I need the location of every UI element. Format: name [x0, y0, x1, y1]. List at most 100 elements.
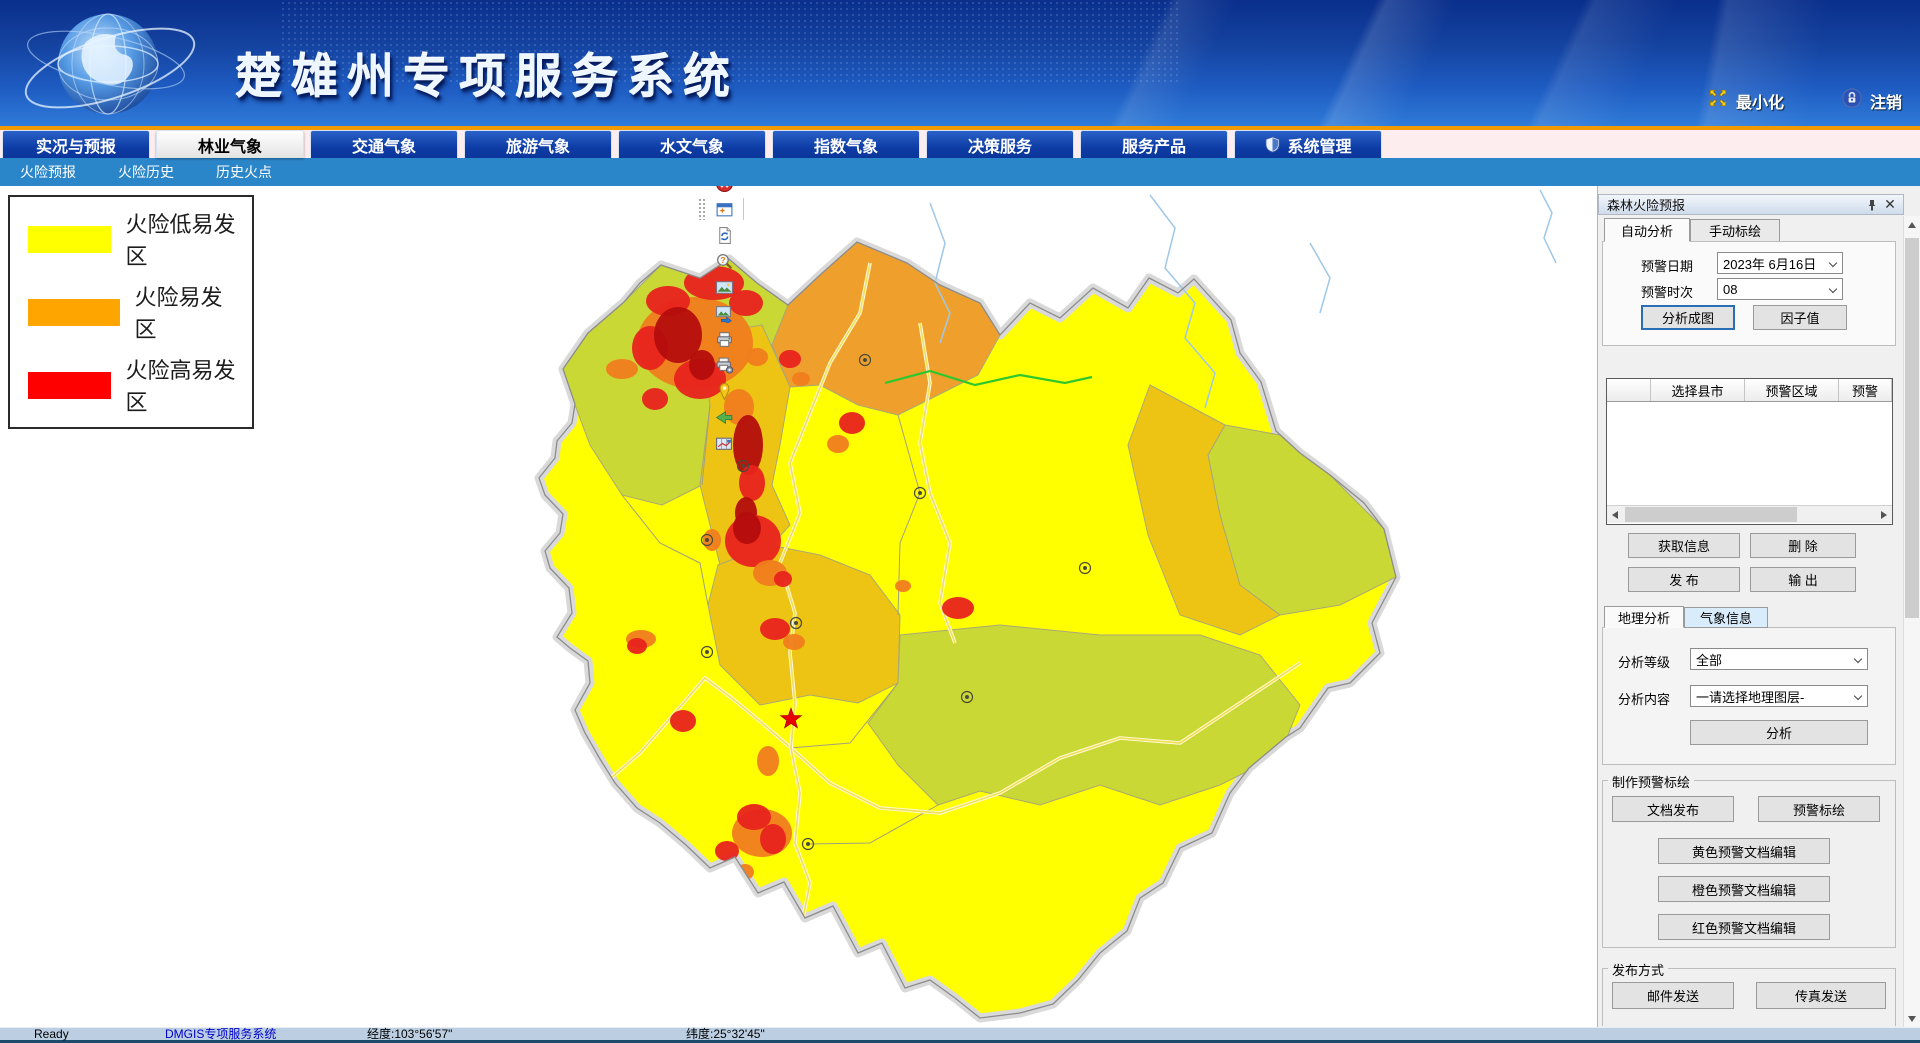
hscroll-thumb[interactable] — [1625, 507, 1797, 522]
toolbar-grip[interactable] — [698, 198, 705, 220]
map-legend: 火险低易发区火险易发区火险高易发区 — [8, 195, 254, 429]
fire-risk-blob-orange — [757, 746, 779, 776]
nav-tab-7[interactable]: 决策服务 — [926, 130, 1074, 158]
vscroll-thumb[interactable] — [1905, 238, 1919, 618]
legend-label: 火险易发区 — [135, 280, 244, 344]
fire-risk-blob-red — [731, 883, 747, 897]
stop-button[interactable] — [709, 186, 740, 196]
nav-tab-4[interactable]: 旅游气象 — [464, 130, 612, 158]
nav-tab-9[interactable]: 系统管理 — [1234, 130, 1382, 158]
fax-send-button[interactable]: 传真发送 — [1756, 982, 1886, 1009]
back-button[interactable] — [709, 404, 740, 430]
back-icon — [715, 408, 734, 427]
output-button[interactable]: 输 出 — [1750, 567, 1856, 592]
panel-vscrollbar[interactable] — [1903, 216, 1920, 1027]
analysis-level-label: 分析等级 — [1618, 652, 1670, 671]
nav-tab-3[interactable]: 交通气象 — [310, 130, 458, 158]
factor-value-button[interactable]: 因子值 — [1753, 305, 1847, 330]
warn-date-select[interactable]: 2023年 6月16日 — [1717, 252, 1843, 274]
nav-tab-5[interactable]: 水文气象 — [618, 130, 766, 158]
analyze-map-button[interactable]: 分析成图 — [1641, 305, 1735, 330]
red-warning-doc-button[interactable]: 红色预警文档编辑 — [1658, 914, 1830, 940]
full-extent-button[interactable] — [709, 196, 740, 222]
publish-group-label: 发布方式 — [1608, 960, 1668, 979]
print-setup-button[interactable] — [709, 352, 740, 378]
image-button[interactable] — [709, 274, 740, 300]
minimize-button[interactable]: 最小化 — [1708, 88, 1784, 113]
orange-warning-doc-button[interactable]: 橙色预警文档编辑 — [1658, 876, 1830, 902]
map-export-icon — [715, 434, 734, 453]
fire-risk-blob-orange — [606, 359, 638, 379]
minimize-icon — [1708, 88, 1728, 113]
image-export-button[interactable] — [709, 300, 740, 326]
pin-icon[interactable] — [1863, 197, 1881, 213]
legend-swatch — [28, 372, 111, 399]
status-item-1: Ready — [34, 1028, 69, 1041]
refresh-button[interactable] — [709, 222, 740, 248]
tab-geo-analysis[interactable]: 地理分析 — [1604, 606, 1684, 628]
fire-risk-blob-red — [839, 412, 865, 434]
table-column-header[interactable] — [1607, 379, 1651, 401]
close-icon[interactable]: ✕ — [1881, 197, 1899, 213]
analysis-level-select[interactable]: 全部 — [1690, 648, 1868, 670]
scroll-right-icon[interactable] — [1876, 506, 1892, 523]
fire-risk-blob-red — [627, 638, 647, 654]
yellow-warning-doc-button[interactable]: 黄色预警文档编辑 — [1658, 838, 1830, 864]
table-column-header[interactable]: 预警 — [1839, 379, 1892, 401]
nav-tab-8[interactable]: 服务产品 — [1080, 130, 1228, 158]
logout-button[interactable]: 注销 — [1842, 88, 1902, 113]
subnav-item-3[interactable]: 历史火点 — [216, 162, 272, 182]
email-send-button[interactable]: 邮件发送 — [1612, 982, 1734, 1009]
legend-swatch — [28, 299, 120, 326]
table-column-header[interactable]: 选择县市 — [1651, 379, 1745, 401]
refresh-icon — [715, 226, 734, 245]
status-item-2[interactable]: DMGIS专项服务系统 — [165, 1028, 276, 1041]
doc-publish-button[interactable]: 文档发布 — [1612, 796, 1734, 822]
fire-risk-blob-red — [942, 597, 974, 619]
get-info-button[interactable]: 获取信息 — [1628, 533, 1740, 558]
fire-risk-blob-red — [779, 350, 801, 368]
delete-button[interactable]: 删 除 — [1750, 533, 1856, 558]
fire-risk-blob-red — [760, 618, 790, 640]
tab-weather-info[interactable]: 气象信息 — [1684, 607, 1768, 628]
fire-risk-blob-orange — [746, 348, 768, 366]
map-export-button[interactable] — [709, 430, 740, 456]
nav-tab-2[interactable]: 林业气象 — [156, 130, 304, 158]
globe-logo — [8, 2, 233, 130]
identify-icon: ? — [715, 252, 734, 271]
tab-auto-analysis[interactable]: 自动分析 — [1604, 218, 1690, 242]
legend-row: 火险低易发区 — [28, 207, 244, 271]
subnav-item-1[interactable]: 火险预报 — [20, 162, 76, 182]
warning-plot-button[interactable]: 预警标绘 — [1758, 796, 1880, 822]
legend-row: 火险易发区 — [28, 280, 244, 344]
scroll-up-icon[interactable] — [1904, 216, 1920, 233]
tab-manual-plot[interactable]: 手动标绘 — [1690, 219, 1780, 242]
nav-tab-1[interactable]: 实况与预报 — [2, 130, 150, 158]
legend-label: 火险高易发区 — [126, 353, 244, 417]
print-button[interactable] — [709, 326, 740, 352]
fire-risk-blob-orange — [895, 580, 911, 592]
fire-risk-blob-orange — [792, 372, 810, 386]
chevron-down-icon — [1829, 285, 1837, 293]
table-hscrollbar[interactable] — [1607, 505, 1892, 523]
publish-button[interactable]: 发 布 — [1628, 567, 1740, 592]
panel-title: 森林火险预报 — [1607, 195, 1863, 214]
chevron-down-icon — [1829, 259, 1837, 267]
warn-time-select[interactable]: 08 — [1717, 278, 1843, 300]
fire-risk-blob-red — [739, 465, 765, 501]
marker-pin-button[interactable] — [709, 378, 740, 404]
identify-button[interactable]: ? — [709, 248, 740, 274]
scroll-down-icon[interactable] — [1904, 1010, 1920, 1027]
print-icon — [715, 330, 734, 349]
scroll-left-icon[interactable] — [1607, 506, 1623, 523]
warning-table-body[interactable] — [1607, 402, 1892, 505]
print-setup-icon — [715, 356, 734, 375]
nav-tab-6[interactable]: 指数气象 — [772, 130, 920, 158]
table-column-header[interactable]: 预警区域 — [1745, 379, 1839, 401]
chevron-down-icon — [1854, 692, 1862, 700]
subnav-item-2[interactable]: 火险历史 — [118, 162, 174, 182]
river-line — [1310, 243, 1330, 313]
analyze-button[interactable]: 分析 — [1690, 720, 1868, 745]
analysis-content-select[interactable]: 一请选择地理图层- — [1690, 685, 1868, 707]
shield-icon — [1264, 136, 1281, 153]
